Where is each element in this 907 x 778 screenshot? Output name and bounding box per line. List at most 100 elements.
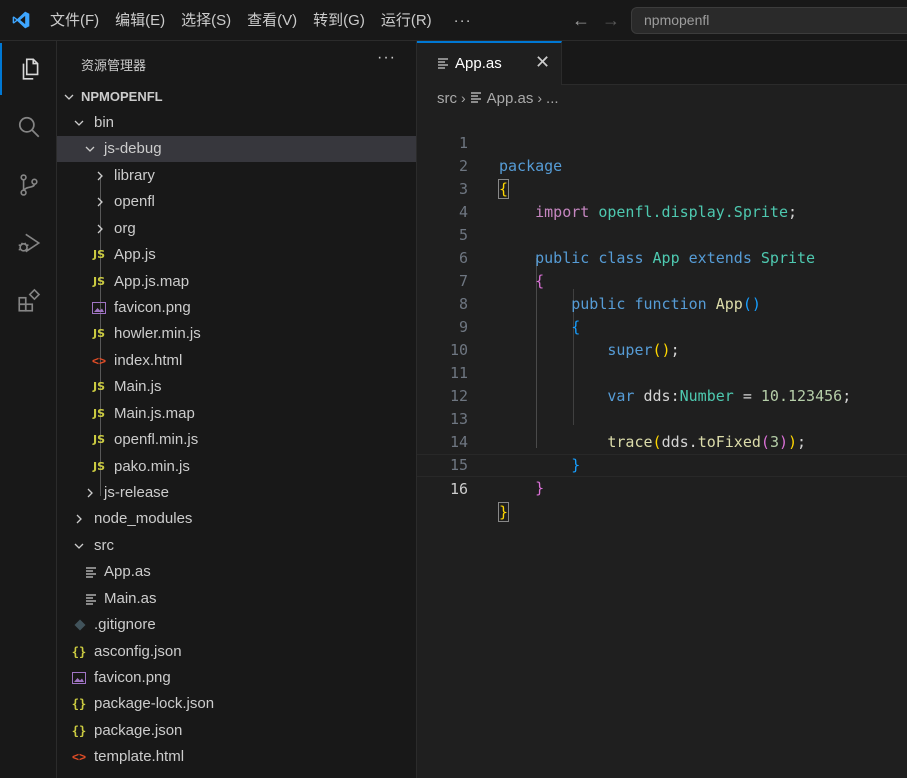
code-line: 8 {	[417, 270, 907, 336]
chevron-right-icon	[71, 506, 87, 532]
menu-more-button[interactable]: ···	[440, 12, 486, 29]
tree-item-js-release[interactable]: js-release	[57, 480, 416, 506]
chevron-right-icon: ›	[461, 90, 466, 106]
vscode-logo-icon	[0, 0, 42, 41]
close-icon[interactable]: ✕	[535, 52, 550, 73]
tree-item-label: bin	[94, 114, 115, 131]
extensions-icon[interactable]	[0, 275, 57, 327]
title-bar: 文件(F) 编辑(E) 选择(S) 查看(V) 转到(G) 运行(R) ··· …	[0, 0, 907, 41]
chevron-right-icon	[92, 189, 108, 215]
tree-item-main-js-map[interactable]: JS Main.js.map	[57, 401, 416, 427]
tree-item-template-html[interactable]: <> template.html	[57, 744, 416, 770]
search-icon[interactable]	[0, 101, 57, 153]
chevron-down-icon	[71, 110, 87, 136]
tree-item-label: App.js.map	[114, 273, 190, 290]
tree-item-bin[interactable]: bin	[57, 110, 416, 136]
back-arrow-icon[interactable]: ←	[566, 10, 596, 31]
tab-app-as[interactable]: App.as ✕	[417, 41, 562, 85]
chevron-right-icon	[92, 163, 108, 189]
code-line: 7 public function App()	[417, 247, 907, 313]
tree-item-package-lock[interactable]: {} package-lock.json	[57, 691, 416, 717]
js-file-icon: JS	[92, 275, 105, 288]
js-file-icon: JS	[92, 327, 105, 340]
tree-item-app-js-map[interactable]: JS App.js.map	[57, 269, 416, 295]
menu-edit[interactable]: 编辑(E)	[107, 0, 173, 41]
code-line: 5 public class App extends Sprite	[417, 201, 907, 267]
explorer-sidebar: 资源管理器 ··· NPMOPENFL bin js-debug library…	[57, 41, 417, 778]
chevron-right-icon	[82, 480, 98, 506]
explorer-more-button[interactable]: ···	[377, 49, 396, 67]
tree-item-favicon[interactable]: favicon.png	[57, 295, 416, 321]
tree-item-howler[interactable]: JS howler.min.js	[57, 321, 416, 347]
js-file-icon: JS	[92, 407, 105, 420]
tree-item-label: openfl	[114, 193, 155, 210]
breadcrumb-symbol[interactable]: ...	[546, 90, 559, 107]
code-line: 11 var dds:Number = 10.123456;	[417, 339, 907, 405]
tree-item-label: favicon.png	[94, 669, 171, 686]
chevron-down-icon	[61, 84, 77, 110]
tree-item-asconfig[interactable]: {} asconfig.json	[57, 639, 416, 665]
tree-item-app-as[interactable]: App.as	[57, 559, 416, 585]
js-file-icon: JS	[92, 433, 105, 446]
command-center-search[interactable]: npmopenfl	[631, 7, 907, 34]
tree-item-main-js[interactable]: JS Main.js	[57, 374, 416, 400]
js-file-icon: JS	[92, 380, 105, 393]
tree-item-label: Main.js	[114, 378, 162, 395]
tree-item-label: index.html	[114, 352, 183, 369]
tree-item-label: js-debug	[104, 140, 162, 157]
tree-item-library[interactable]: library	[57, 163, 416, 189]
tree-item-label: library	[114, 167, 155, 184]
tree-item-package-json[interactable]: {} package.json	[57, 718, 416, 744]
text-file-icon	[437, 57, 449, 72]
source-control-icon[interactable]	[0, 159, 57, 211]
breadcrumb-file[interactable]: App.as	[487, 90, 534, 107]
tree-item-main-as[interactable]: Main.as	[57, 586, 416, 612]
html-file-icon: <>	[71, 750, 86, 764]
js-file-icon: JS	[92, 248, 105, 261]
tree-item-label: Main.as	[104, 590, 157, 607]
tree-item-src[interactable]: src	[57, 533, 416, 559]
tree-item-label: pako.min.js	[114, 458, 190, 475]
tree-item-root[interactable]: NPMOPENFL	[57, 84, 416, 110]
forward-arrow-icon[interactable]: →	[596, 10, 626, 31]
tree-item-label: Main.js.map	[114, 405, 195, 422]
menu-view[interactable]: 查看(V)	[239, 0, 305, 41]
code-line: 6 {	[417, 224, 907, 290]
menu-selection[interactable]: 选择(S)	[173, 0, 239, 41]
tree-item-label: js-release	[104, 484, 170, 501]
menu-go[interactable]: 转到(G)	[305, 0, 373, 41]
tree-item-label: .gitignore	[94, 616, 156, 633]
tree-item-node-modules[interactable]: node_modules	[57, 506, 416, 532]
tree-item-index-html[interactable]: <> index.html	[57, 348, 416, 374]
tree-item-js-debug[interactable]: js-debug	[57, 136, 416, 162]
explorer-icon[interactable]	[0, 43, 57, 95]
json-file-icon: {}	[71, 645, 87, 659]
tree-item-label: package.json	[94, 722, 183, 739]
tree-item-label: template.html	[94, 748, 185, 765]
tree-item-favicon-root[interactable]: favicon.png	[57, 665, 416, 691]
code-editor[interactable]: 1 package 2 { 3 import openfl.display.Sp…	[417, 108, 907, 778]
code-line: 9 super();	[417, 293, 907, 359]
tree-item-org[interactable]: org	[57, 216, 416, 242]
tree-item-openfl-min[interactable]: JS openfl.min.js	[57, 427, 416, 453]
tree-item-label: package-lock.json	[94, 695, 215, 712]
tree-item-pako[interactable]: JS pako.min.js	[57, 454, 416, 480]
tree-item-label: openfl.min.js	[114, 431, 199, 448]
text-file-icon	[82, 559, 100, 585]
code-line: 13 trace(dds.toFixed(3));	[417, 385, 907, 451]
activity-bar	[0, 41, 57, 778]
js-file-icon: JS	[92, 460, 105, 473]
image-file-icon	[90, 295, 108, 321]
tree-item-label: node_modules	[94, 510, 193, 527]
bracket: }	[497, 502, 510, 522]
code-line: 4	[417, 178, 907, 221]
breadcrumb-src[interactable]: src	[437, 90, 457, 107]
tree-item-openfl[interactable]: openfl	[57, 189, 416, 215]
menu-run[interactable]: 运行(R)	[373, 0, 440, 41]
menu-file[interactable]: 文件(F)	[42, 0, 107, 41]
tree-item-gitignore[interactable]: .gitignore	[57, 612, 416, 638]
code-line: 14 }	[417, 408, 907, 474]
tab-label: App.as	[455, 55, 502, 72]
run-debug-icon[interactable]	[0, 217, 57, 269]
tree-item-app-js[interactable]: JS App.js	[57, 242, 416, 268]
